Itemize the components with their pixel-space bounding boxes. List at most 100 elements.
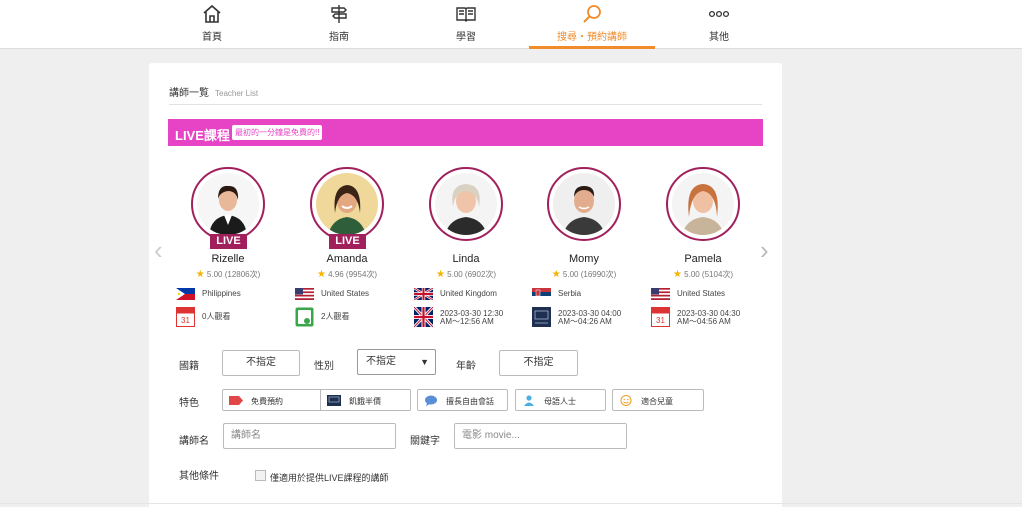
rating-text: 5.00 (6902次) [447, 270, 497, 279]
home-icon [203, 4, 221, 23]
live-banner-title: LIVE課程 [175, 128, 230, 143]
rating-text: 5.00 (12806次) [206, 270, 261, 279]
keyword-label: 關鍵字 [410, 436, 440, 447]
tag-icon [229, 396, 243, 405]
teacher-status: 31 0人觀看 [176, 307, 286, 329]
nationality-select[interactable]: 不指定 [222, 350, 300, 376]
lesson-time: 2023-03-30 04:30 AM～04:56 AM [677, 309, 741, 326]
search-icon [583, 5, 601, 23]
teacher-list-card: 講師一覧 Teacher List LIVE課程 最初的一分鐘是免費的!! ‹ ›… [149, 63, 782, 507]
teacher-country: United States [651, 287, 761, 301]
teacher-country: Serbia [532, 287, 642, 301]
nav-search-book[interactable]: 搜尋・預約講師 [529, 0, 655, 49]
star-icon: ★ [672, 269, 682, 280]
teacher-avatar[interactable] [310, 167, 384, 241]
teacher-rating: ★ 5.00 (6902次) [408, 269, 524, 280]
carousel-prev-arrow-icon[interactable]: ‹ [154, 237, 163, 263]
nav-search-book-label: 搜尋・預約講師 [557, 32, 627, 43]
calendar-icon: 31 [651, 307, 670, 327]
svg-text:31: 31 [181, 316, 190, 325]
other-conditions-label: 其他條件 [179, 471, 219, 482]
age-select[interactable]: 不指定 [499, 350, 578, 376]
teacher-country: United Kingdom [414, 287, 524, 301]
live-only-label[interactable]: 僅適用於提供LIVE課程的講師 [270, 471, 389, 484]
viewer-count: 2人觀看 [321, 312, 350, 321]
watching-icon [295, 307, 314, 327]
nav-guide-label: 指南 [329, 32, 349, 43]
philippines-flag-icon [176, 288, 195, 300]
teacher-avatar[interactable] [429, 167, 503, 241]
gender-label: 性別 [314, 361, 334, 372]
usa-flag-icon [295, 288, 314, 300]
rating-text: 4.96 (9954次) [328, 270, 378, 279]
teacher-name-input[interactable]: 講師名 [223, 423, 396, 449]
live-badge: LIVE [329, 234, 366, 249]
page-subtitle: Teacher List [215, 89, 259, 98]
calendar-icon: 31 [176, 307, 195, 327]
nav-home-label: 首頁 [202, 32, 222, 43]
live-lessons-banner: LIVE課程 最初的一分鐘是免費的!! [168, 119, 763, 146]
age-label: 年齡 [456, 361, 476, 372]
nav-guide[interactable]: 指南 [276, 0, 402, 49]
country-name: Philippines [202, 289, 241, 298]
more-icon [708, 10, 730, 18]
teacher-avatar[interactable] [666, 167, 740, 241]
country-name: United States [321, 289, 370, 298]
teacher-status: 2023-03-30 12:30 AM～12:56 AM [414, 307, 524, 329]
teacher-name[interactable]: Rizelle [170, 253, 286, 265]
free-minute-badge: 最初的一分鐘是免費的!! [232, 125, 323, 140]
nav-other[interactable]: 其他 [656, 0, 782, 49]
feature-half-price[interactable]: 飢餓半價 [320, 389, 411, 411]
feature-free-conversation[interactable]: 擅長自由會話 [417, 389, 508, 411]
teacher-rating: ★ 5.00 (16990次) [526, 269, 642, 280]
serbia-flag-icon [532, 288, 551, 300]
viewer-count: 0人觀看 [202, 312, 231, 321]
classroom-icon [532, 307, 551, 327]
classroom-icon [327, 395, 341, 406]
gender-select-value: 不指定 [366, 356, 396, 367]
gender-select[interactable]: 不指定 ▼ [357, 349, 436, 375]
book-icon [456, 7, 476, 22]
teacher-list-header: 講師一覧 Teacher List [169, 83, 762, 105]
live-only-checkbox[interactable] [255, 470, 266, 481]
teacher-name[interactable]: Amanda [289, 253, 405, 265]
teacher-rating: ★ 5.00 (12806次) [170, 269, 286, 280]
teacher-avatar[interactable] [191, 167, 265, 241]
country-name: Serbia [558, 289, 582, 298]
keyword-input[interactable]: 電影 movie... [454, 423, 627, 449]
nav-learn[interactable]: 學習 [403, 0, 529, 49]
teacher-status: 2人觀看 [295, 307, 405, 329]
lesson-time: 2023-03-30 04:00 AM～04:26 AM [558, 309, 622, 326]
rating-text: 5.00 (5104次) [684, 270, 734, 279]
nav-home[interactable]: 首頁 [149, 0, 275, 49]
live-badge: LIVE [210, 234, 247, 249]
star-icon: ★ [195, 269, 205, 280]
carousel-next-arrow-icon[interactable]: › [760, 237, 769, 263]
teacher-status: 31 2023-03-30 04:30 AM～04:56 AM [651, 307, 761, 329]
top-navigation: 首頁 指南 學習 搜尋・預約講師 其他 [0, 0, 1022, 49]
person-icon [524, 395, 534, 406]
teacher-country: Philippines [176, 287, 286, 301]
chat-bubble-icon [425, 395, 437, 406]
uk-flag-icon [414, 288, 433, 300]
smiley-icon [620, 395, 632, 406]
svg-text:31: 31 [656, 316, 665, 325]
nationality-label: 國籍 [179, 361, 199, 372]
feature-free-booking[interactable]: 免費預約 [222, 389, 329, 411]
teacher-name-label: 講師名 [179, 436, 209, 447]
star-icon: ★ [435, 269, 445, 280]
page-title: 講師一覧 [169, 88, 209, 99]
teacher-name[interactable]: Pamela [645, 253, 761, 265]
teacher-name[interactable]: Momy [526, 253, 642, 265]
teacher-country: United States [295, 287, 405, 301]
star-icon: ★ [316, 269, 326, 280]
nav-learn-label: 學習 [456, 32, 476, 43]
country-name: United States [677, 289, 726, 298]
star-icon: ★ [551, 269, 561, 280]
teacher-avatar[interactable] [547, 167, 621, 241]
teacher-name[interactable]: Linda [408, 253, 524, 265]
page-divider [0, 503, 1022, 504]
features-label: 特色 [179, 398, 199, 409]
feature-kids-friendly[interactable]: 適合兒童 [612, 389, 704, 411]
feature-native-speaker[interactable]: 母語人士 [515, 389, 606, 411]
